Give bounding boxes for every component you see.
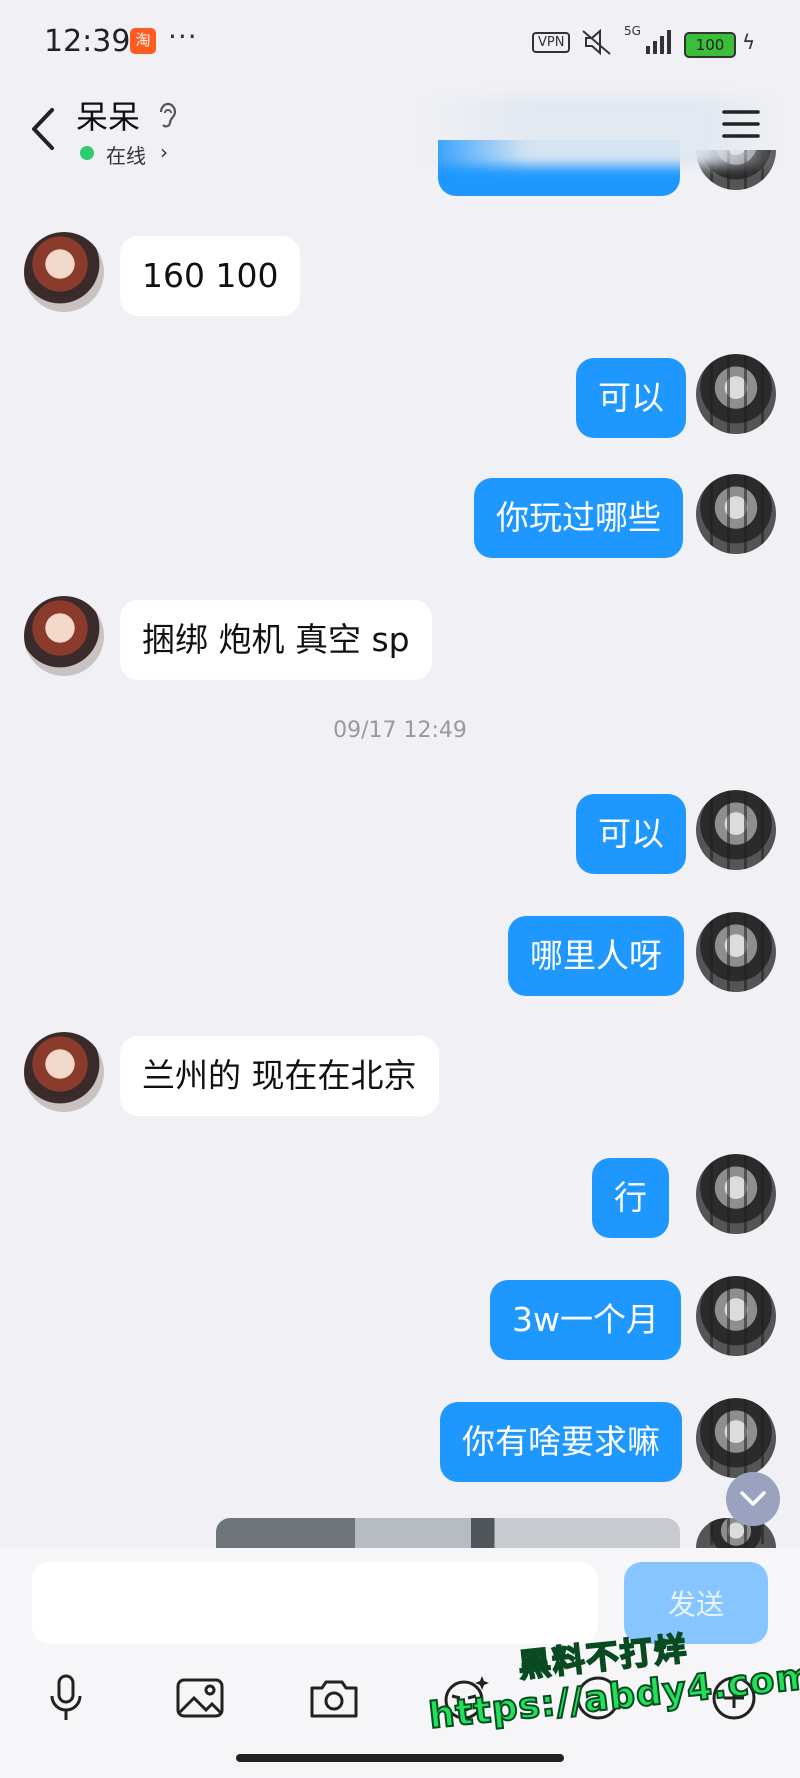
online-status-label[interactable]: 在线 bbox=[106, 140, 146, 169]
contact-avatar[interactable] bbox=[24, 232, 104, 312]
outgoing-message[interactable]: 哪里人呀 bbox=[508, 916, 684, 996]
outgoing-message[interactable]: 行 bbox=[592, 1158, 669, 1238]
outgoing-message[interactable]: 可以 bbox=[576, 794, 686, 874]
my-avatar[interactable] bbox=[696, 354, 776, 434]
contact-avatar[interactable] bbox=[24, 1032, 104, 1112]
my-avatar[interactable] bbox=[696, 1276, 776, 1356]
camera-icon[interactable] bbox=[306, 1670, 362, 1726]
status-time: 12:39 bbox=[44, 24, 131, 59]
microphone-icon[interactable] bbox=[38, 1670, 94, 1726]
outgoing-message[interactable]: 3w一个月 bbox=[490, 1280, 681, 1360]
my-avatar[interactable] bbox=[696, 1154, 776, 1234]
my-avatar[interactable] bbox=[696, 1398, 776, 1478]
contact-avatar[interactable] bbox=[24, 596, 104, 676]
outgoing-message[interactable]: 你玩过哪些 bbox=[474, 478, 683, 558]
incoming-message[interactable]: 捆绑 炮机 真空 sp bbox=[120, 600, 432, 680]
image-message[interactable] bbox=[216, 1518, 680, 1548]
emoji-icon[interactable] bbox=[570, 1670, 626, 1726]
incoming-message[interactable]: 160 100 bbox=[120, 236, 301, 316]
my-avatar[interactable] bbox=[696, 790, 776, 870]
message-input[interactable] bbox=[32, 1562, 598, 1644]
battery-icon: 100 bbox=[684, 32, 736, 58]
chevron-down-icon bbox=[740, 1491, 766, 1506]
scroll-to-bottom-button[interactable] bbox=[726, 1472, 780, 1526]
composer-bar: 发送 bbox=[0, 1548, 800, 1778]
menu-icon[interactable] bbox=[722, 108, 760, 140]
outgoing-message[interactable]: 你有啥要求嘛 bbox=[440, 1402, 682, 1482]
incoming-message[interactable]: 兰州的 现在在北京 bbox=[120, 1036, 439, 1116]
taobao-notification-icon: 淘 bbox=[130, 28, 156, 54]
sticker-icon[interactable] bbox=[438, 1670, 494, 1726]
chevron-right-icon[interactable]: › bbox=[160, 140, 168, 164]
chat-title[interactable]: 呆呆 bbox=[76, 92, 140, 138]
my-avatar[interactable] bbox=[696, 912, 776, 992]
mute-icon bbox=[582, 28, 611, 56]
my-avatar[interactable] bbox=[696, 474, 776, 554]
online-status-dot bbox=[80, 146, 94, 160]
image-icon[interactable] bbox=[172, 1670, 228, 1726]
outgoing-message[interactable]: 可以 bbox=[576, 358, 686, 438]
more-notifications-icon: ··· bbox=[168, 20, 198, 53]
ear-icon bbox=[159, 102, 177, 128]
send-button[interactable]: 发送 bbox=[624, 1562, 768, 1644]
home-indicator[interactable] bbox=[236, 1754, 564, 1762]
timestamp-divider: 09/17 12:49 bbox=[333, 718, 467, 743]
charging-icon: ϟ bbox=[742, 30, 756, 54]
vpn-icon: VPN bbox=[532, 32, 571, 53]
chat-header: 呆呆 在线 › bbox=[0, 88, 800, 180]
signal-icon bbox=[646, 30, 671, 54]
add-icon[interactable] bbox=[706, 1670, 762, 1726]
status-bar: 12:39 淘 ··· VPN 5G 100 ϟ bbox=[0, 0, 800, 88]
back-arrow-icon[interactable] bbox=[28, 104, 58, 154]
